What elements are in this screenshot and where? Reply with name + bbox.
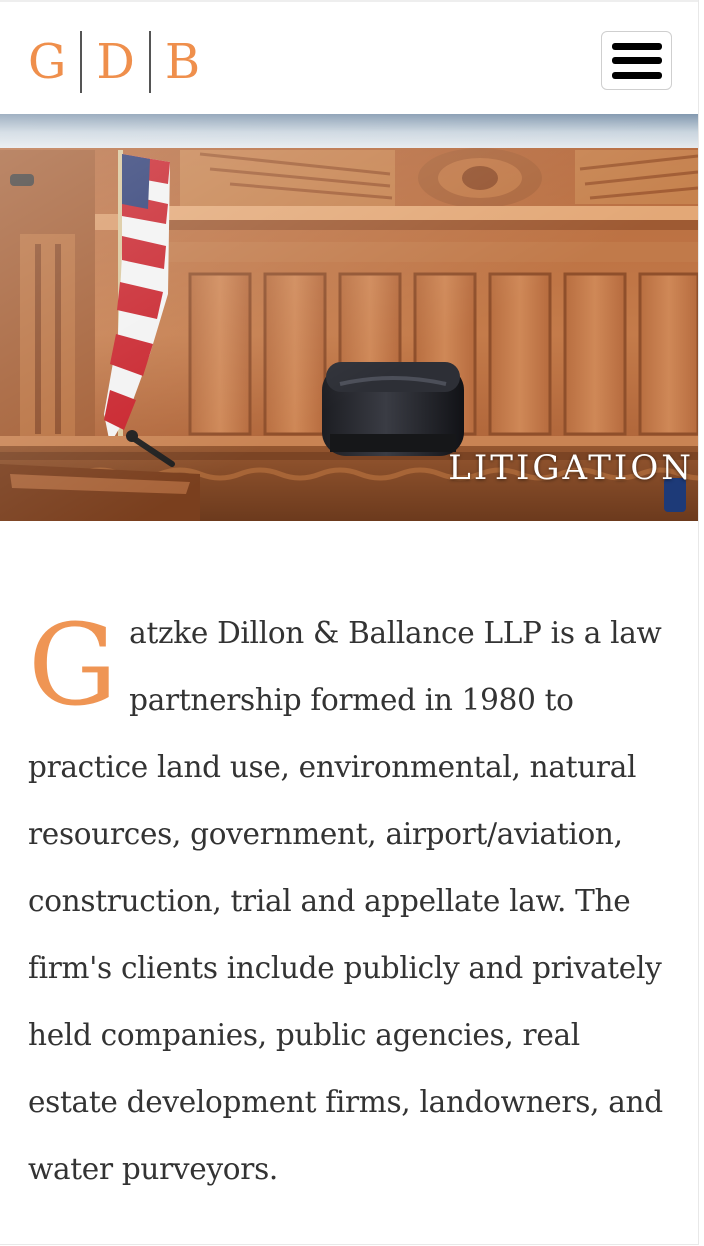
intro-section: G atzke Dillon & Ballance LLP is a law p… [28,600,668,1203]
logo-letter-b: B [164,34,201,90]
hero-banner: LITIGATION [0,114,698,521]
site-header: G D B [0,2,698,114]
page: G D B LITIGATION G atzke Dillon & Ballan… [0,0,699,1245]
intro-paragraph: atzke Dillon & Ballance LLP is a law par… [28,616,663,1186]
hamburger-menu-icon [611,42,662,79]
logo-letter-d: D [96,34,135,90]
site-logo[interactable]: G D B [28,31,201,93]
logo-divider [148,31,151,93]
logo-letter-g: G [28,34,67,90]
dropcap-letter: G [28,601,118,731]
logo-divider [80,31,83,93]
menu-toggle-button[interactable] [601,31,672,90]
hero-caption: LITIGATION [448,448,694,488]
